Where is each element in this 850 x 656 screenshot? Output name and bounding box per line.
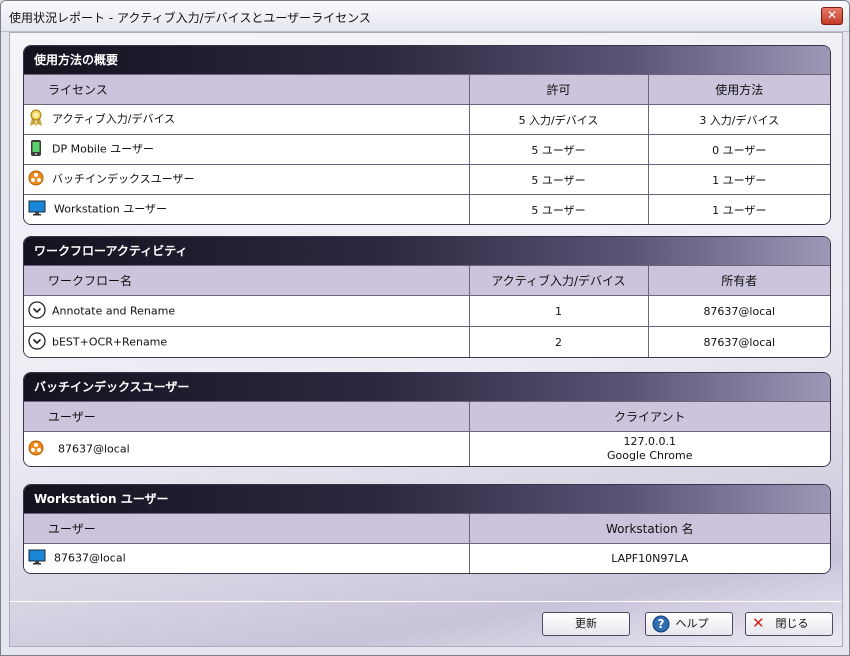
award-ribbon-icon xyxy=(28,109,44,130)
help-button-label: ヘルプ xyxy=(675,617,709,630)
license-used: 1 ユーザー xyxy=(648,164,830,195)
license-allowed: 5 入力/デバイス xyxy=(469,104,649,135)
col-workflow-name: ワークフロー名 xyxy=(24,265,470,296)
workstation-table: ユーザー Workstation 名 87637@local LAPF10N97… xyxy=(24,513,830,573)
license-name: Workstation ユーザー xyxy=(54,202,167,216)
mobile-phone-icon xyxy=(28,139,44,160)
license-allowed: 5 ユーザー xyxy=(469,164,649,195)
workflow-table: ワークフロー名 アクティブ入力/デバイス 所有者 Annotate and Re… xyxy=(24,265,830,357)
workflow-owner: 87637@local xyxy=(648,295,830,327)
report-content: 使用方法の概要 ライセンス 許可 使用方法 アクティブ入力/デバイス 5 入力/… xyxy=(9,32,843,647)
help-button[interactable]: ? ヘルプ xyxy=(645,612,733,636)
title-bar[interactable]: 使用状況レポート - アクティブ入力/デバイスとユーザーライセンス ✕ xyxy=(1,1,849,32)
client-ip: 127.0.0.1 xyxy=(623,435,676,448)
batch-user: 87637@local xyxy=(58,442,130,455)
license-name: DP Mobile ユーザー xyxy=(52,142,154,156)
help-icon: ? xyxy=(652,615,670,641)
col-license: ライセンス xyxy=(24,74,470,105)
usage-summary-panel: 使用方法の概要 ライセンス 許可 使用方法 アクティブ入力/デバイス 5 入力/… xyxy=(23,45,831,225)
window-close-button[interactable]: ✕ xyxy=(821,7,843,25)
batch-index-header: バッチインデックスユーザー xyxy=(24,373,830,401)
table-row: 87637@local LAPF10N97LA xyxy=(24,543,830,573)
col-user: ユーザー xyxy=(24,401,470,432)
close-icon: ✕ xyxy=(752,614,765,632)
workstation-users-header: Workstation ユーザー xyxy=(24,485,830,513)
batch-index-icon xyxy=(28,440,44,459)
license-allowed: 5 ユーザー xyxy=(469,134,649,165)
col-user: ユーザー xyxy=(24,513,470,544)
license-used: 1 ユーザー xyxy=(648,194,830,224)
refresh-button-label: 更新 xyxy=(575,617,597,630)
batch-index-panel: バッチインデックスユーザー ユーザー クライアント 87637@local 12… xyxy=(23,372,831,467)
license-table: ライセンス 許可 使用方法 アクティブ入力/デバイス 5 入力/デバイス 3 入… xyxy=(24,74,830,224)
chevron-down-icon[interactable] xyxy=(28,331,46,353)
col-owner: 所有者 xyxy=(648,265,830,296)
workflow-name: bEST+OCR+Rename xyxy=(52,335,168,348)
workflow-owner: 87637@local xyxy=(648,326,830,357)
table-row: Annotate and Rename 1 87637@local xyxy=(24,295,830,327)
window-title: 使用状況レポート - アクティブ入力/デバイスとユーザーライセンス xyxy=(9,11,371,25)
license-name: バッチインデックスユーザー xyxy=(52,172,195,186)
workflow-activity-panel: ワークフローアクティビティ ワークフロー名 アクティブ入力/デバイス 所有者 A… xyxy=(23,236,831,358)
table-row: アクティブ入力/デバイス 5 入力/デバイス 3 入力/デバイス xyxy=(24,104,830,135)
table-row: Workstation ユーザー 5 ユーザー 1 ユーザー xyxy=(24,194,830,224)
workstation-users-panel: Workstation ユーザー ユーザー Workstation 名 8763… xyxy=(23,484,831,574)
col-client: クライアント xyxy=(469,401,830,432)
license-used: 0 ユーザー xyxy=(648,134,830,165)
footer-divider xyxy=(10,601,842,602)
col-allowed: 許可 xyxy=(469,74,649,105)
table-row: bEST+OCR+Rename 2 87637@local xyxy=(24,326,830,357)
monitor-icon xyxy=(28,549,46,568)
col-workstation-name: Workstation 名 xyxy=(469,513,830,544)
license-used: 3 入力/デバイス xyxy=(648,104,830,135)
workflow-active: 2 xyxy=(469,326,649,357)
workstation-name: LAPF10N97LA xyxy=(469,543,830,573)
refresh-button[interactable]: 更新 xyxy=(542,612,630,636)
close-button-label: 閉じる xyxy=(775,617,809,630)
batch-index-table: ユーザー クライアント 87637@local 127.0.0.1 Google… xyxy=(24,401,830,466)
table-row: DP Mobile ユーザー 5 ユーザー 0 ユーザー xyxy=(24,134,830,165)
monitor-icon xyxy=(28,200,46,219)
table-row: 87637@local 127.0.0.1 Google Chrome xyxy=(24,431,830,466)
license-allowed: 5 ユーザー xyxy=(469,194,649,224)
close-button[interactable]: ✕ 閉じる xyxy=(745,612,833,636)
workstation-user: 87637@local xyxy=(54,551,126,565)
usage-summary-header: 使用方法の概要 xyxy=(24,46,830,74)
usage-report-window: 使用状況レポート - アクティブ入力/デバイスとユーザーライセンス ✕ 使用方法… xyxy=(0,0,850,656)
svg-text:?: ? xyxy=(658,617,665,631)
workflow-activity-header: ワークフローアクティビティ xyxy=(24,237,830,265)
workflow-name: Annotate and Rename xyxy=(52,304,176,317)
chevron-down-icon[interactable] xyxy=(28,300,46,322)
license-name: アクティブ入力/デバイス xyxy=(52,112,176,126)
col-active-inputs: アクティブ入力/デバイス xyxy=(469,265,649,296)
table-row: バッチインデックスユーザー 5 ユーザー 1 ユーザー xyxy=(24,164,830,195)
col-used: 使用方法 xyxy=(648,74,830,105)
workflow-active: 1 xyxy=(469,295,649,327)
batch-index-icon xyxy=(28,170,44,189)
client-browser: Google Chrome xyxy=(607,449,693,462)
